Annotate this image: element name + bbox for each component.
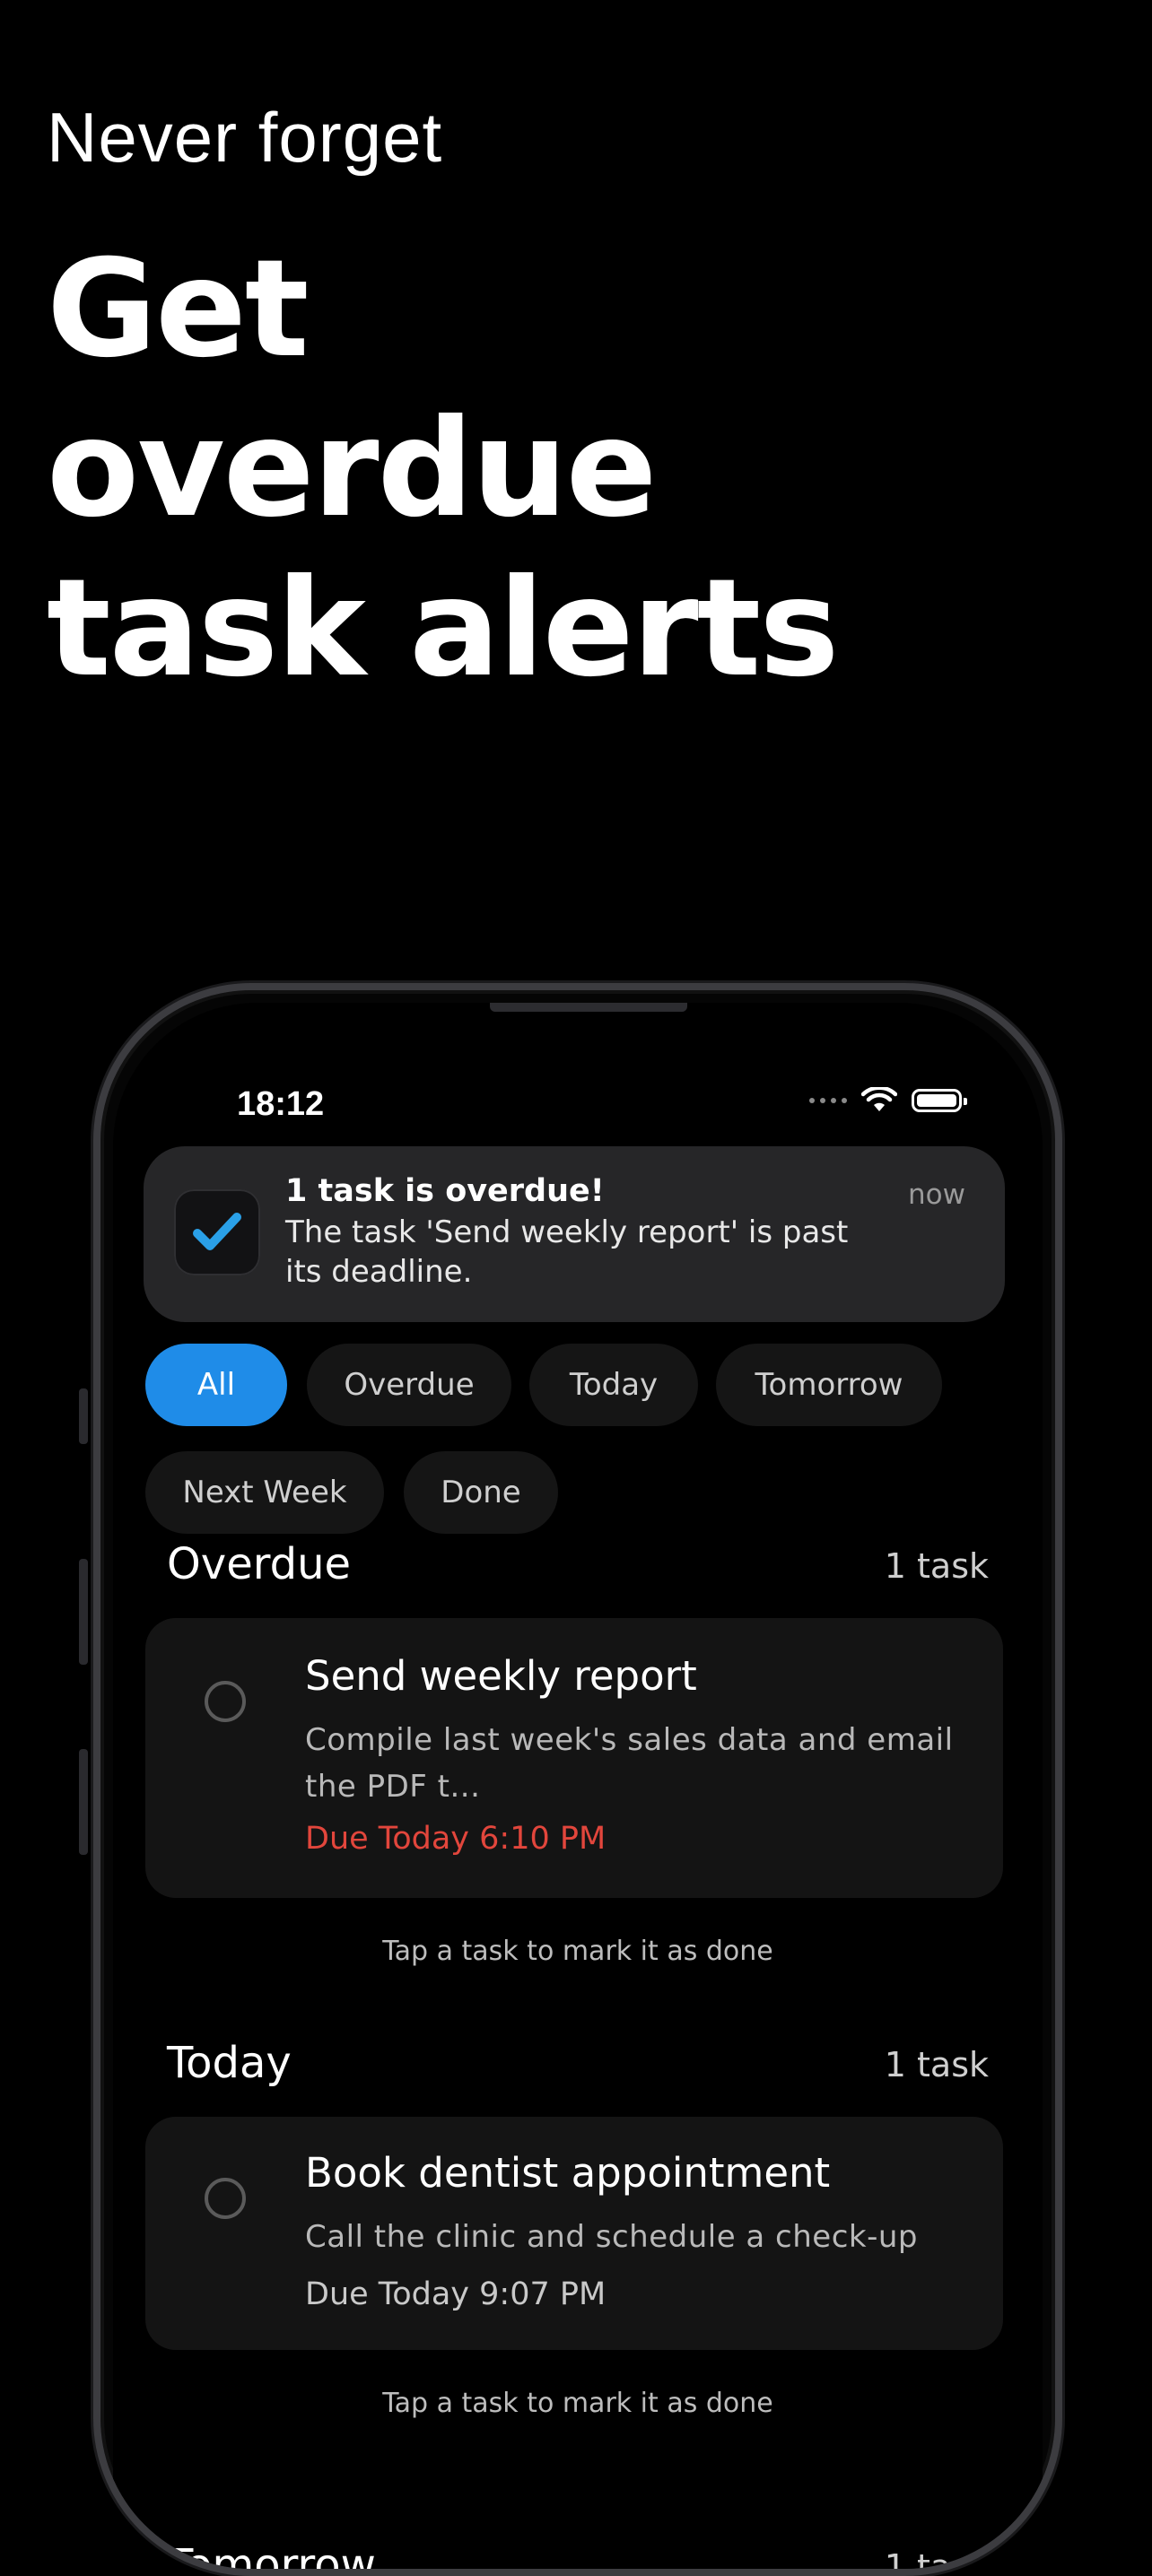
signal-dots-icon	[809, 1098, 847, 1103]
checkmark-icon	[193, 1213, 241, 1250]
tagline: Never forget	[47, 98, 443, 177]
section-title-today: Today	[167, 2038, 292, 2088]
tap-hint: Tap a task to mark it as done	[382, 2388, 773, 2419]
task-checkbox[interactable]	[205, 1681, 246, 1722]
task-card[interactable]: Book dentist appointment Call the clinic…	[145, 2117, 1003, 2350]
speaker-grille	[490, 1003, 687, 1012]
battery-icon	[912, 1089, 967, 1112]
notification-body: The task 'Send weekly report' is past it…	[285, 1214, 849, 1290]
headline-line-1: Get	[47, 231, 310, 387]
notification-time: now	[908, 1179, 965, 1211]
wifi-icon	[861, 1087, 897, 1111]
notification-title: 1 task is overdue!	[285, 1173, 605, 1209]
filter-next-week[interactable]: Next Week	[145, 1451, 384, 1534]
task-description: Call the clinic and schedule a check-up	[305, 2219, 918, 2255]
section-title-tomorrow: Tomorrow	[167, 2540, 376, 2569]
status-icons	[809, 1087, 967, 1114]
task-title: Send weekly report	[305, 1652, 697, 1700]
phone-action-button	[79, 1388, 88, 1444]
task-description: Compile last week's sales data and email…	[305, 1722, 954, 1805]
phone-frame: 18:12 1 task is overdue! The task 'Send …	[93, 983, 1062, 2576]
task-due-date: Due Today 6:10 PM	[305, 1821, 607, 1857]
filter-tomorrow[interactable]: Tomorrow	[716, 1344, 942, 1426]
overdue-notification[interactable]: 1 task is overdue! The task 'Send weekly…	[144, 1146, 1005, 1322]
tap-hint: Tap a task to mark it as done	[382, 1936, 773, 1967]
phone-volume-down-button	[79, 1749, 88, 1855]
phone-volume-up-button	[79, 1559, 88, 1665]
section-count-tomorrow: 1 task	[884, 2547, 989, 2569]
status-time: 18:12	[237, 1085, 325, 1123]
filter-today[interactable]: Today	[529, 1344, 698, 1426]
app-icon	[174, 1189, 260, 1275]
task-checkbox[interactable]	[205, 2178, 246, 2219]
phone-screen: 18:12 1 task is overdue! The task 'Send …	[113, 1003, 1043, 2569]
task-due-date: Due Today 9:07 PM	[305, 2276, 607, 2312]
task-card[interactable]: Send weekly report Compile last week's s…	[145, 1618, 1003, 1898]
section-count-today: 1 task	[884, 2045, 989, 2084]
filter-done[interactable]: Done	[404, 1451, 558, 1534]
headline: Get overdue task alerts	[47, 230, 1078, 709]
task-title: Book dentist appointment	[305, 2149, 831, 2197]
section-title-overdue: Overdue	[167, 1539, 352, 1589]
headline-line-3: task alerts	[47, 551, 840, 707]
headline-line-2: overdue	[47, 391, 657, 547]
filter-all[interactable]: All	[145, 1344, 287, 1426]
filter-overdue[interactable]: Overdue	[307, 1344, 511, 1426]
section-count-overdue: 1 task	[884, 1546, 989, 1586]
